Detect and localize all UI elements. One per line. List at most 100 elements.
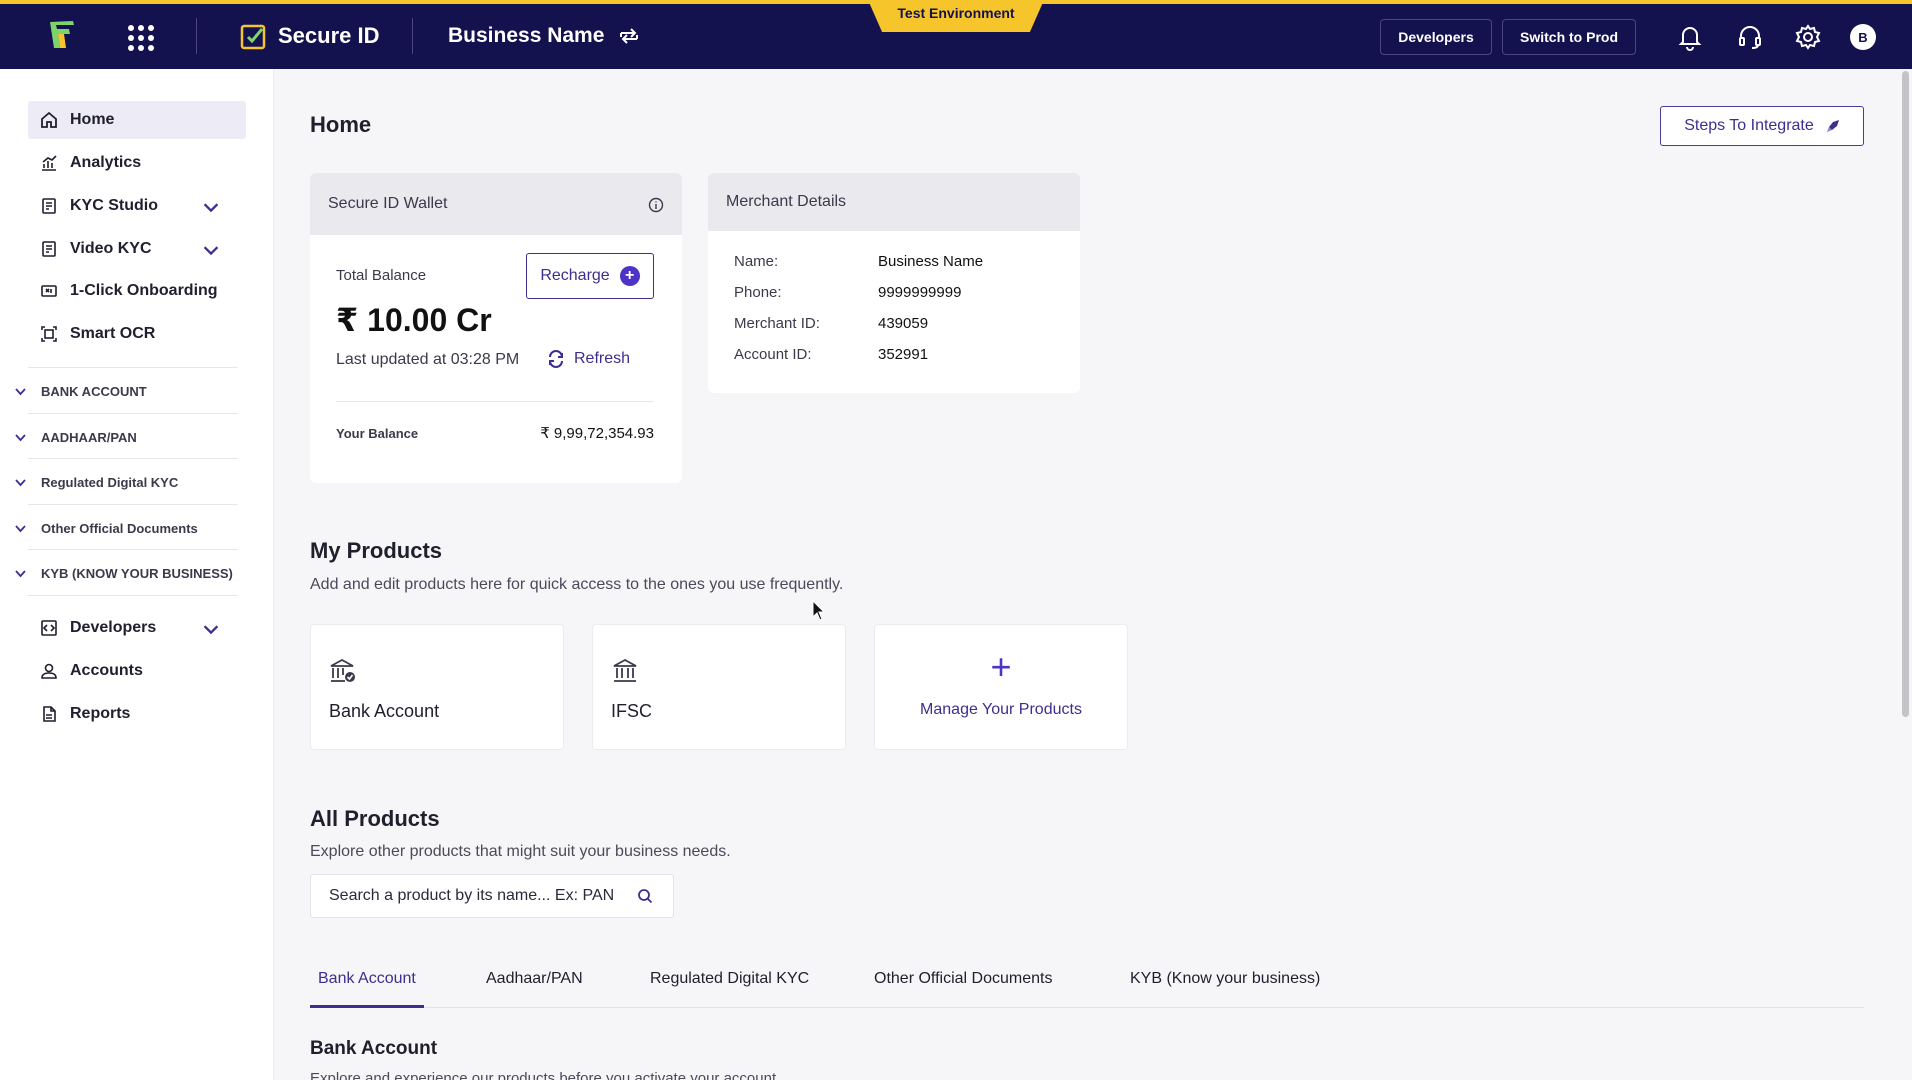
merchant-id-value: 439059: [878, 315, 929, 332]
sidebar-item-label: Reports: [70, 705, 131, 722]
search-icon[interactable]: [637, 888, 653, 904]
manage-products-card[interactable]: + Manage Your Products: [874, 624, 1128, 750]
recharge-button[interactable]: Recharge +: [526, 253, 654, 299]
divider: [28, 367, 238, 368]
refresh-button[interactable]: Refresh: [546, 349, 630, 369]
rocket-icon: [1826, 120, 1839, 132]
sidebar-item-label: KYC Studio: [70, 197, 158, 214]
chevron-down-icon[interactable]: [202, 621, 220, 639]
manage-products-label: Manage Your Products: [920, 701, 1082, 718]
section-label: BANK ACCOUNT: [41, 383, 147, 399]
last-updated-text: Last updated at 03:28 PM: [336, 351, 520, 368]
product-search: [310, 874, 674, 918]
bank-account-section-heading: Bank Account: [310, 1038, 438, 1059]
code-icon: [41, 620, 57, 636]
divider: [412, 18, 413, 54]
tab-bank-account[interactable]: Bank Account: [310, 970, 424, 1008]
gear-icon[interactable]: [1794, 23, 1822, 51]
wallet-title: Secure ID Wallet: [328, 195, 448, 212]
bell-icon[interactable]: [1676, 23, 1704, 51]
chevron-down-icon: [15, 569, 26, 577]
chevron-down-icon: [15, 478, 26, 486]
search-input[interactable]: [329, 887, 629, 905]
merchant-phone-label: Phone:: [734, 284, 782, 301]
steps-to-integrate-button[interactable]: Steps To Integrate: [1660, 106, 1864, 146]
merchant-id-label: Merchant ID:: [734, 315, 820, 332]
onboarding-icon: [41, 285, 57, 297]
company-logo-icon[interactable]: [46, 18, 86, 52]
sidebar-item-label: Analytics: [70, 154, 142, 171]
sidebar-item-label: 1-Click Onboarding: [70, 282, 218, 299]
tab-aadhaar-pan[interactable]: Aadhaar/PAN: [486, 970, 583, 1008]
tab-regulated-digital-kyc[interactable]: Regulated Digital KYC: [650, 970, 809, 1008]
top-bar: Secure ID Business Name Test Environment…: [0, 0, 1912, 69]
divider: [196, 18, 197, 54]
sidebar-section-other-official-documents[interactable]: Other Official Documents: [14, 508, 238, 548]
analytics-icon: [42, 155, 57, 171]
sidebar-item-reports[interactable]: Reports: [28, 695, 246, 733]
sidebar: Home Analytics KYC Studio Video KYC 1-Cl…: [0, 69, 274, 1080]
your-balance-value: ₹ 9,99,72,354.93: [540, 425, 654, 442]
business-switcher[interactable]: Business Name: [448, 21, 640, 51]
app-brand[interactable]: Secure ID: [240, 21, 380, 51]
tab-other-official-documents[interactable]: Other Official Documents: [874, 970, 1052, 1008]
product-card-bank-account[interactable]: Bank Account: [310, 624, 564, 750]
video-kyc-icon: [42, 241, 56, 257]
environment-label: Test Environment: [897, 5, 1015, 21]
my-products-subtitle: Add and edit products here for quick acc…: [310, 576, 844, 593]
support-headset-icon[interactable]: [1736, 23, 1764, 51]
sidebar-item-analytics[interactable]: Analytics: [28, 144, 246, 182]
sidebar-item-smart-ocr[interactable]: Smart OCR: [28, 315, 246, 353]
product-card-ifsc[interactable]: IFSC: [592, 624, 846, 750]
user-icon: [41, 663, 57, 679]
refresh-icon: [549, 350, 563, 368]
wallet-card-header: Secure ID Wallet: [310, 173, 682, 235]
my-products-title: My Products: [310, 538, 443, 563]
chevron-down-icon[interactable]: [202, 242, 220, 260]
account-id-label: Account ID:: [734, 346, 812, 363]
sidebar-item-home[interactable]: Home: [28, 101, 246, 139]
bank-icon: [613, 658, 637, 682]
refresh-label: Refresh: [574, 350, 631, 367]
chevron-down-icon[interactable]: [202, 199, 220, 217]
section-label: KYB (KNOW YOUR BUSINESS): [41, 565, 233, 581]
product-label: IFSC: [611, 701, 653, 721]
kyc-studio-icon: [42, 198, 56, 214]
mouse-cursor-icon: [812, 600, 826, 621]
page-title: Home: [310, 112, 372, 137]
user-avatar[interactable]: B: [1850, 24, 1876, 50]
merchant-name-value: Business Name: [878, 253, 984, 270]
sidebar-section-kyb[interactable]: KYB (KNOW YOUR BUSINESS): [14, 553, 238, 593]
ocr-icon: [41, 326, 57, 342]
tab-kyb[interactable]: KYB (Know your business): [1130, 970, 1320, 1008]
sidebar-item-video-kyc[interactable]: Video KYC: [28, 230, 246, 268]
scrollbar-thumb[interactable]: [1902, 71, 1909, 717]
divider: [28, 458, 238, 459]
chevron-down-icon: [15, 433, 26, 441]
product-tabs: Bank Account Aadhaar/PAN Regulated Digit…: [310, 962, 1864, 1008]
developers-button[interactable]: Developers: [1380, 19, 1492, 55]
switch-to-prod-button[interactable]: Switch to Prod: [1502, 19, 1636, 55]
sidebar-item-developers[interactable]: Developers: [28, 609, 246, 647]
switch-arrows-icon[interactable]: [618, 25, 640, 47]
sidebar-item-accounts[interactable]: Accounts: [28, 652, 246, 690]
button-label: Recharge: [540, 267, 610, 284]
plus-icon: +: [990, 646, 1012, 687]
info-icon[interactable]: [648, 197, 664, 213]
sidebar-section-bank-account[interactable]: BANK ACCOUNT: [14, 371, 238, 411]
sidebar-item-label: Accounts: [70, 662, 143, 679]
sidebar-section-regulated-digital-kyc[interactable]: Regulated Digital KYC: [14, 462, 238, 502]
merchant-details-card: Merchant Details Name: Business Name Pho…: [708, 173, 1080, 393]
divider: [28, 595, 238, 596]
sidebar-section-aadhaar-pan[interactable]: AADHAAR/PAN: [14, 417, 238, 457]
sidebar-item-kyc-studio[interactable]: KYC Studio: [28, 187, 246, 225]
apps-grid-icon[interactable]: [128, 25, 154, 51]
sidebar-item-label: Developers: [70, 619, 157, 636]
wallet-card: Secure ID Wallet Total Balance ₹ 10.00 C…: [310, 173, 682, 483]
app-name: Secure ID: [278, 23, 380, 48]
sidebar-item-1-click-onboarding[interactable]: 1-Click Onboarding: [28, 272, 246, 310]
page-scrollbar[interactable]: [1898, 69, 1912, 1080]
divider: [336, 401, 654, 402]
chevron-down-icon: [15, 387, 26, 395]
plus-circle-icon: +: [619, 266, 640, 286]
